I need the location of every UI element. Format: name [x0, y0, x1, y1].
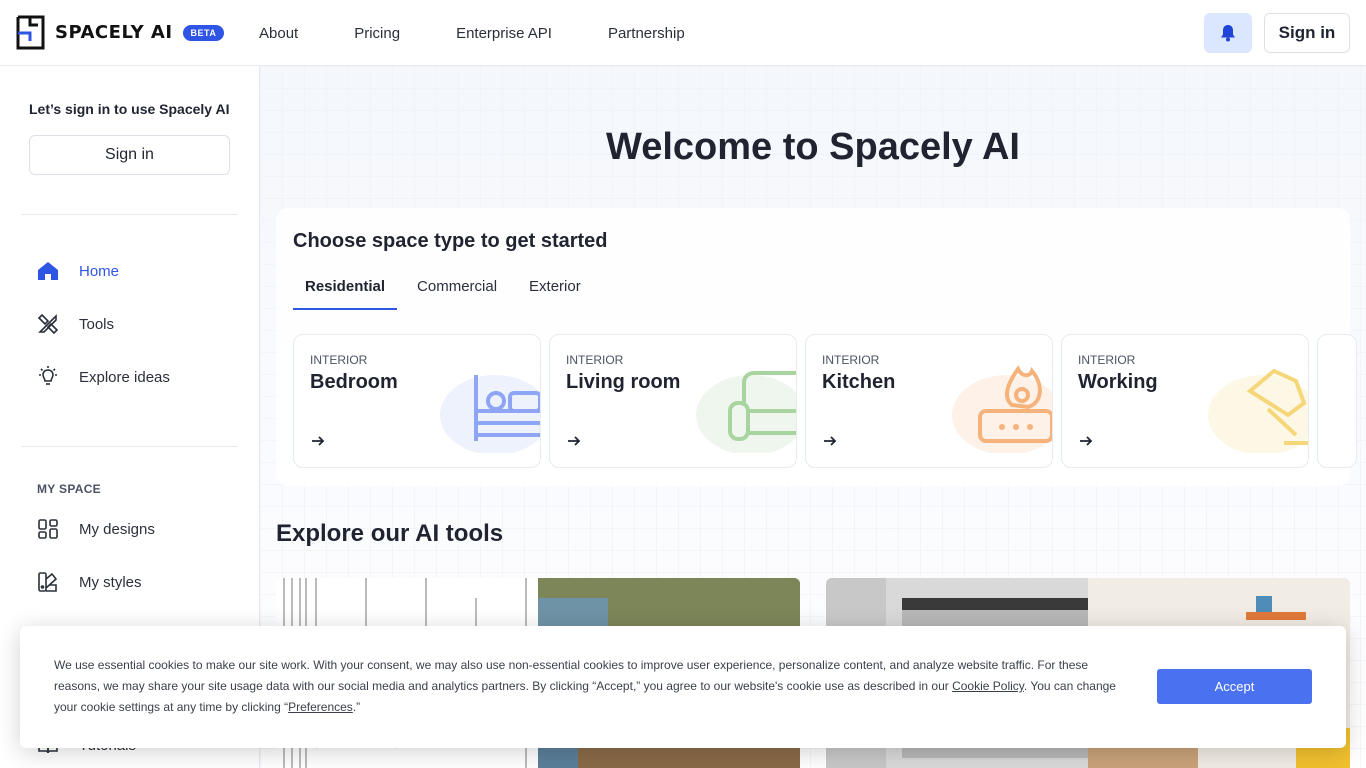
space-type-card-working[interactable]: INTERIOR Working: [1061, 334, 1309, 468]
space-type-card-more[interactable]: [1317, 334, 1357, 468]
lamp-icon: [1208, 368, 1308, 453]
sidebar-item-my-styles[interactable]: My styles: [36, 570, 142, 594]
stove-icon: [952, 365, 1052, 453]
my-space-heading: MY SPACE: [37, 482, 101, 496]
tools-icon: [36, 312, 60, 336]
ai-tools-heading: Explore our AI tools: [276, 520, 504, 547]
notifications-button[interactable]: [1204, 13, 1252, 53]
space-type-category: INTERIOR: [566, 353, 624, 367]
nav-partnership[interactable]: Partnership: [608, 25, 685, 42]
cookie-consent-banner: We use essential cookies to make our sit…: [20, 626, 1346, 748]
space-type-category: INTERIOR: [1078, 353, 1136, 367]
sidebar-item-home[interactable]: Home: [36, 259, 119, 283]
nav-enterprise-api[interactable]: Enterprise API: [456, 25, 552, 42]
space-type-name: Kitchen: [822, 371, 896, 393]
header-signin-button[interactable]: Sign in: [1264, 13, 1350, 53]
lightbulb-icon: [36, 365, 60, 389]
space-type-name: Bedroom: [310, 371, 398, 393]
bell-icon: [1221, 25, 1235, 42]
tab-exterior[interactable]: Exterior: [517, 270, 593, 310]
top-navigation-bar: SPACELY AI BETA About Pricing Enterprise…: [0, 0, 1366, 66]
space-type-card-bedroom[interactable]: INTERIOR Bedroom: [293, 334, 541, 468]
sidebar-item-tools[interactable]: Tools: [36, 312, 114, 336]
space-type-card-living-room[interactable]: INTERIOR Living room: [549, 334, 797, 468]
space-type-tabs: Residential Commercial Exterior: [293, 270, 601, 310]
space-type-category: INTERIOR: [822, 353, 880, 367]
sidebar-item-label: My styles: [79, 573, 142, 591]
brand-logo[interactable]: SPACELY AI BETA: [16, 15, 225, 50]
accept-cookies-button[interactable]: Accept: [1157, 669, 1312, 704]
signin-prompt: Let’s sign in to use Spacely AI: [29, 101, 230, 117]
sidebar-divider: [21, 446, 238, 447]
cookie-consent-text: We use essential cookies to make our sit…: [54, 655, 1134, 718]
arrow-right-icon: [568, 436, 581, 446]
home-icon: [36, 259, 60, 283]
sidebar-item-label: Explore ideas: [79, 368, 170, 386]
nav-about[interactable]: About: [259, 25, 298, 42]
sidebar-divider: [21, 214, 238, 215]
nav-pricing[interactable]: Pricing: [354, 25, 400, 42]
sidebar-item-label: Tools: [79, 315, 115, 333]
space-type-name: Working: [1078, 371, 1158, 393]
cookie-text-part: We use essential cookies to make our sit…: [54, 658, 1089, 693]
palette-icon: [36, 570, 60, 594]
spacely-logo-icon: [16, 15, 45, 50]
grid-icon: [36, 517, 60, 541]
sidebar-item-my-designs[interactable]: My designs: [36, 517, 155, 541]
sidebar-item-explore-ideas[interactable]: Explore ideas: [36, 365, 170, 389]
sidebar-item-label: Home: [79, 262, 120, 280]
cookie-text-part: .”: [352, 700, 361, 714]
arrow-right-icon: [312, 436, 325, 446]
sidebar-item-label: My designs: [79, 520, 155, 538]
arrow-right-icon: [824, 436, 837, 446]
space-type-title: Choose space type to get started: [293, 230, 608, 252]
space-type-panel: Choose space type to get started Residen…: [276, 208, 1357, 486]
preferences-link[interactable]: Preferences: [288, 700, 353, 714]
bed-icon: [440, 375, 540, 453]
arrow-right-icon: [1080, 436, 1093, 446]
main-nav: About Pricing Enterprise API Partnership: [259, 0, 741, 66]
space-type-category: INTERIOR: [310, 353, 368, 367]
tab-residential[interactable]: Residential: [293, 270, 398, 310]
space-type-name: Living room: [566, 371, 681, 393]
brand-name: SPACELY AI: [55, 22, 173, 43]
beta-badge: BETA: [182, 24, 225, 41]
welcome-heading: Welcome to Spacely AI: [606, 126, 1020, 168]
space-type-card-kitchen[interactable]: INTERIOR Kitchen: [805, 334, 1053, 468]
sofa-icon: [696, 371, 796, 453]
cookie-policy-link[interactable]: Cookie Policy: [952, 679, 1024, 693]
tab-commercial[interactable]: Commercial: [405, 270, 509, 310]
sidebar-signin-button[interactable]: Sign in: [29, 135, 230, 175]
